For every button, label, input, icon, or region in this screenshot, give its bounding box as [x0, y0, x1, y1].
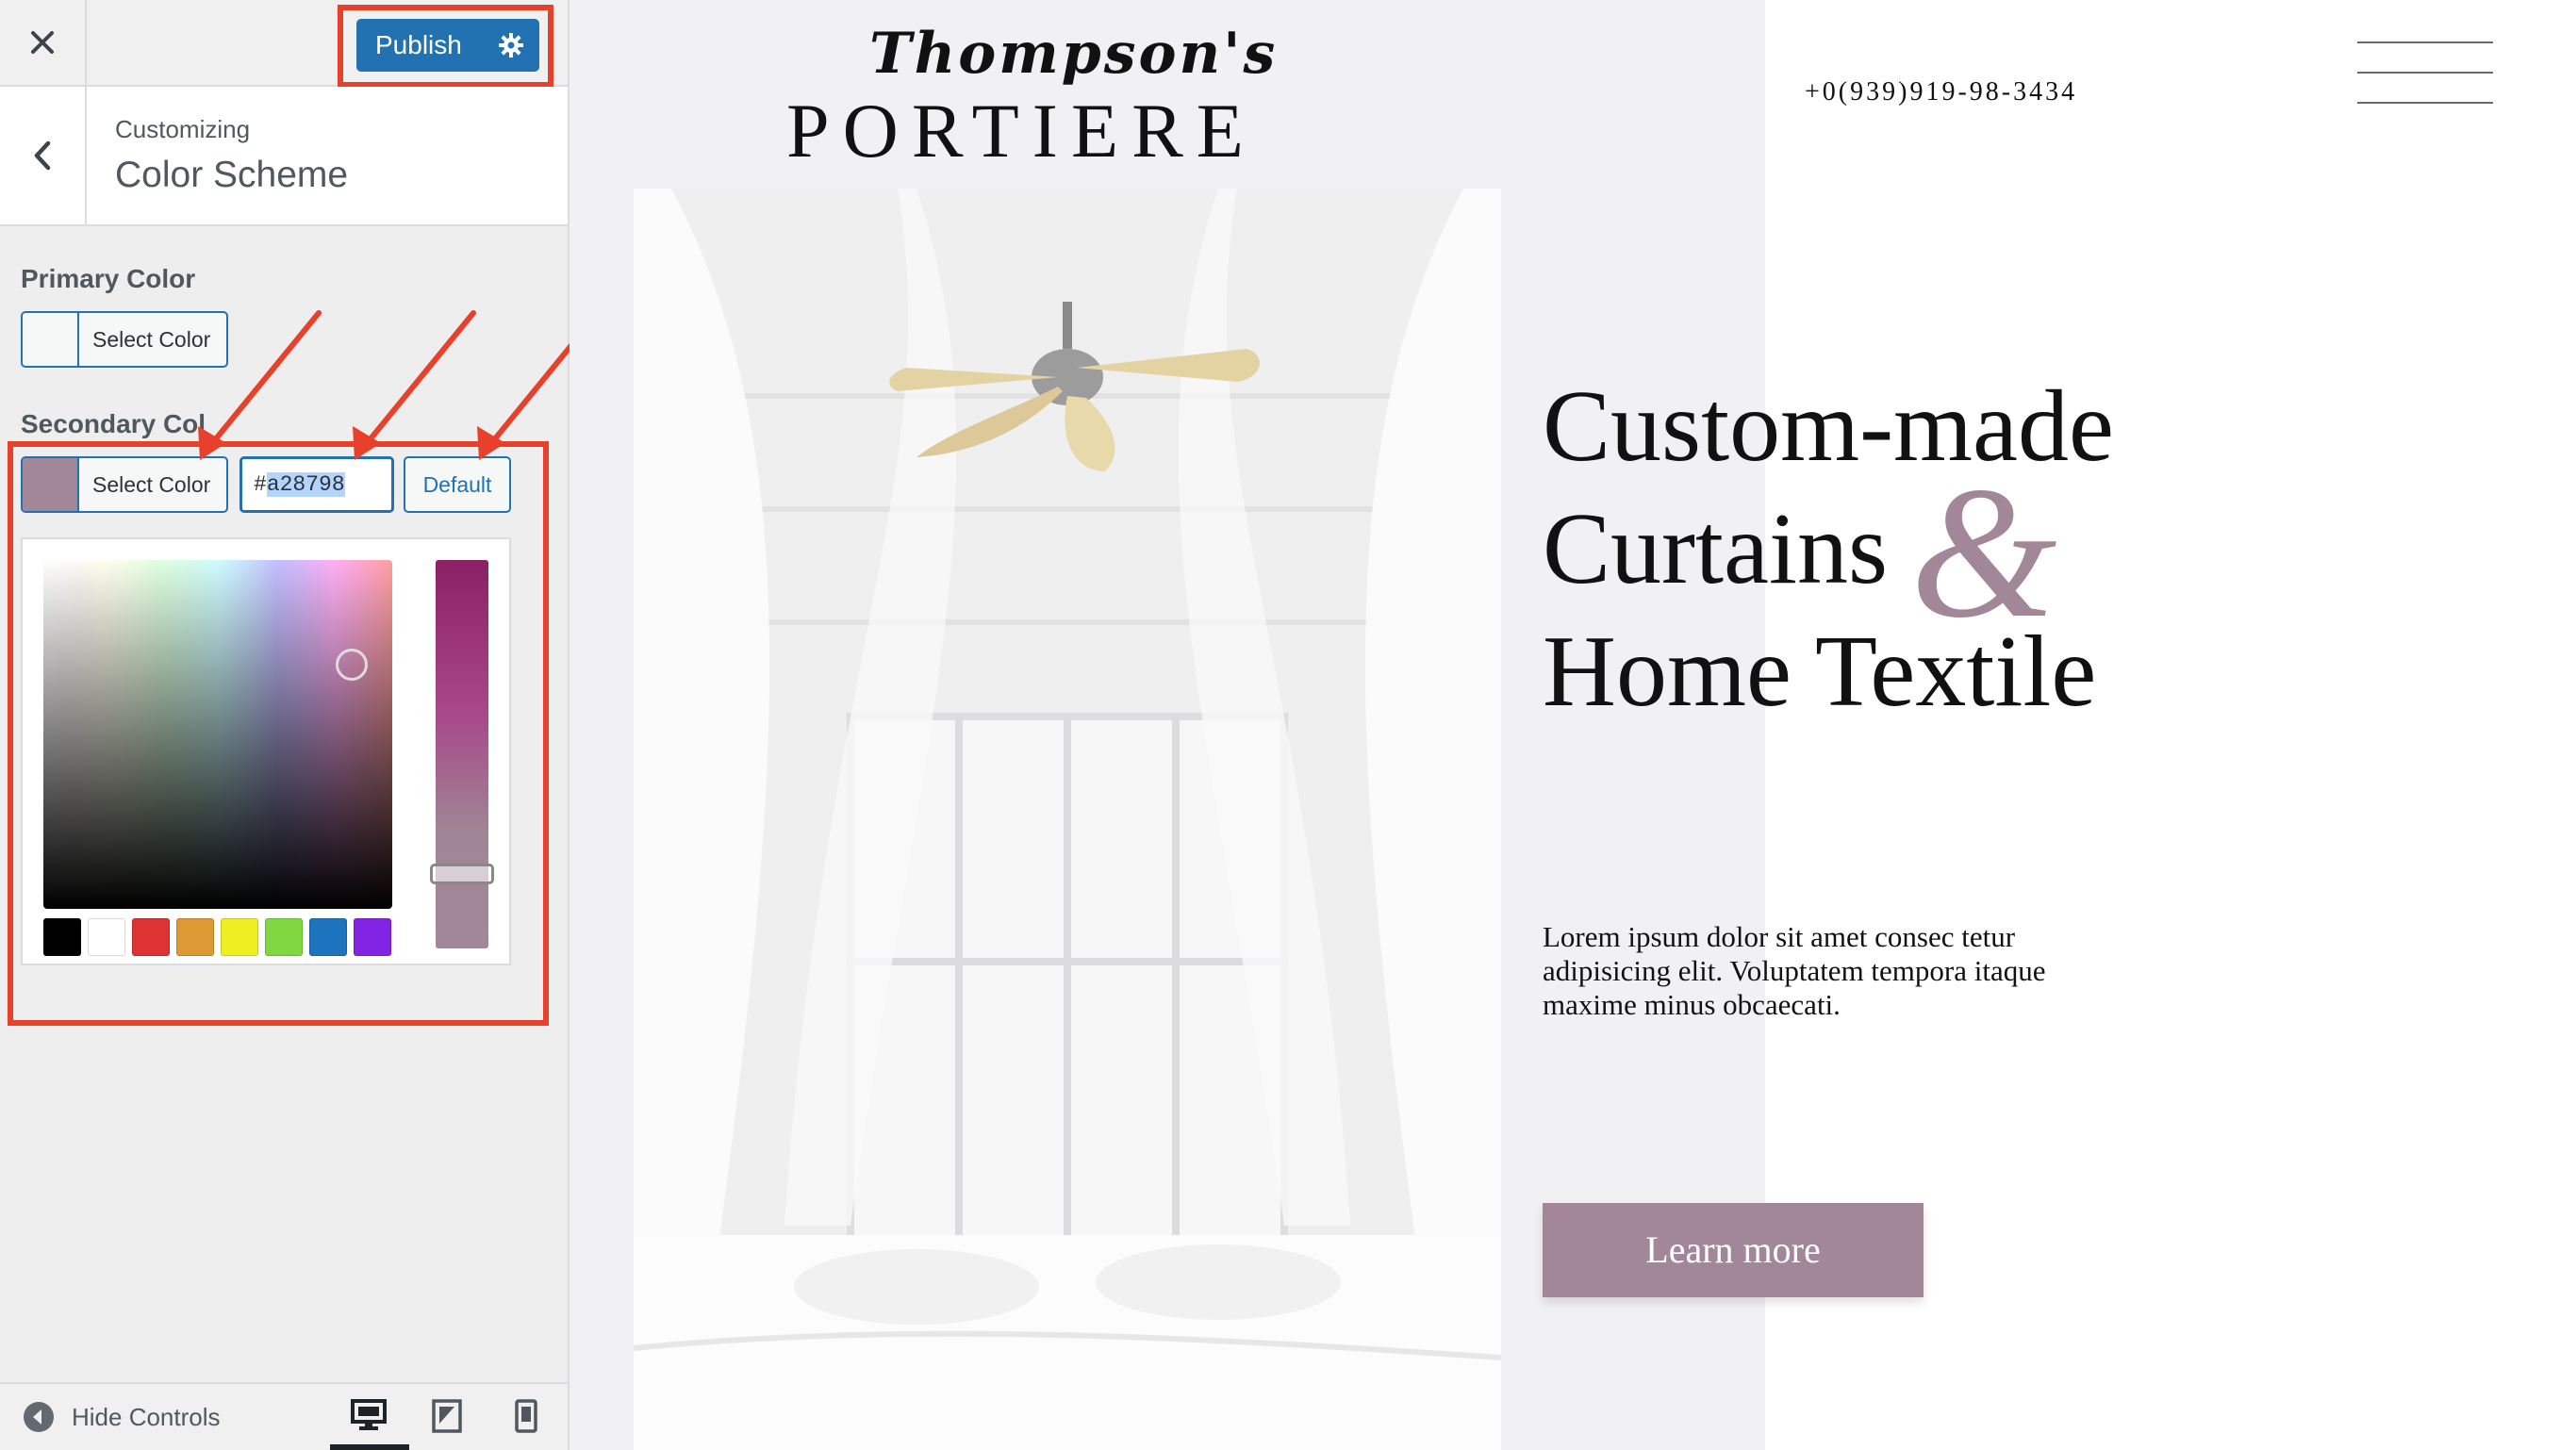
- collapse-arrow-icon: [24, 1402, 54, 1432]
- headline-ampersand: &: [1910, 449, 2057, 657]
- site-preview: Thompson's PORTIERE +0(939)919-98-3434 C…: [570, 0, 2576, 1450]
- section-header: Customizing Color Scheme: [0, 87, 568, 226]
- hero-body-text: Lorem ipsum dolor sit amet consec tetur …: [1543, 920, 2046, 1021]
- phone-number[interactable]: +0(939)919-98-3434: [1805, 77, 2077, 107]
- primary-select-color-label: Select Color: [92, 327, 211, 352]
- learn-more-button[interactable]: Learn more: [1543, 1203, 1924, 1297]
- site-logo-title[interactable]: PORTIERE: [786, 87, 1257, 175]
- hamburger-menu-icon[interactable]: [2357, 41, 2493, 132]
- secondary-color-label: Secondary Col: [21, 409, 206, 438]
- color-control-highlight-box: [8, 441, 549, 1026]
- hide-controls-button[interactable]: Hide Controls: [23, 1401, 221, 1433]
- customizer-footer: Hide Controls: [0, 1382, 568, 1450]
- chevron-left-icon: [34, 140, 51, 171]
- preview-desktop-button[interactable]: [351, 1399, 387, 1436]
- customizer-sidebar: Publish Customizing Color Scheme Primary…: [0, 0, 570, 1450]
- active-device-indicator: [330, 1444, 409, 1450]
- preview-mobile-button[interactable]: [515, 1399, 537, 1438]
- section-title: Color Scheme: [115, 155, 349, 195]
- hide-controls-label: Hide Controls: [72, 1402, 221, 1431]
- preview-tablet-button[interactable]: [432, 1399, 462, 1438]
- tablet-icon: [432, 1399, 462, 1433]
- close-customizer-button[interactable]: [0, 0, 87, 85]
- desktop-icon: [351, 1399, 387, 1430]
- primary-select-color-button[interactable]: Select Color: [21, 311, 228, 368]
- site-logo-script[interactable]: Thompson's: [869, 21, 1278, 87]
- close-icon: [31, 31, 54, 54]
- hero-bedroom-image: [634, 189, 1501, 1450]
- primary-color-swatch: [23, 313, 79, 366]
- primary-color-label: Primary Color: [21, 264, 196, 293]
- back-button[interactable]: [0, 87, 87, 224]
- mobile-icon: [515, 1399, 537, 1433]
- breadcrumb: Customizing: [115, 115, 251, 143]
- publish-highlight-box: [338, 5, 553, 88]
